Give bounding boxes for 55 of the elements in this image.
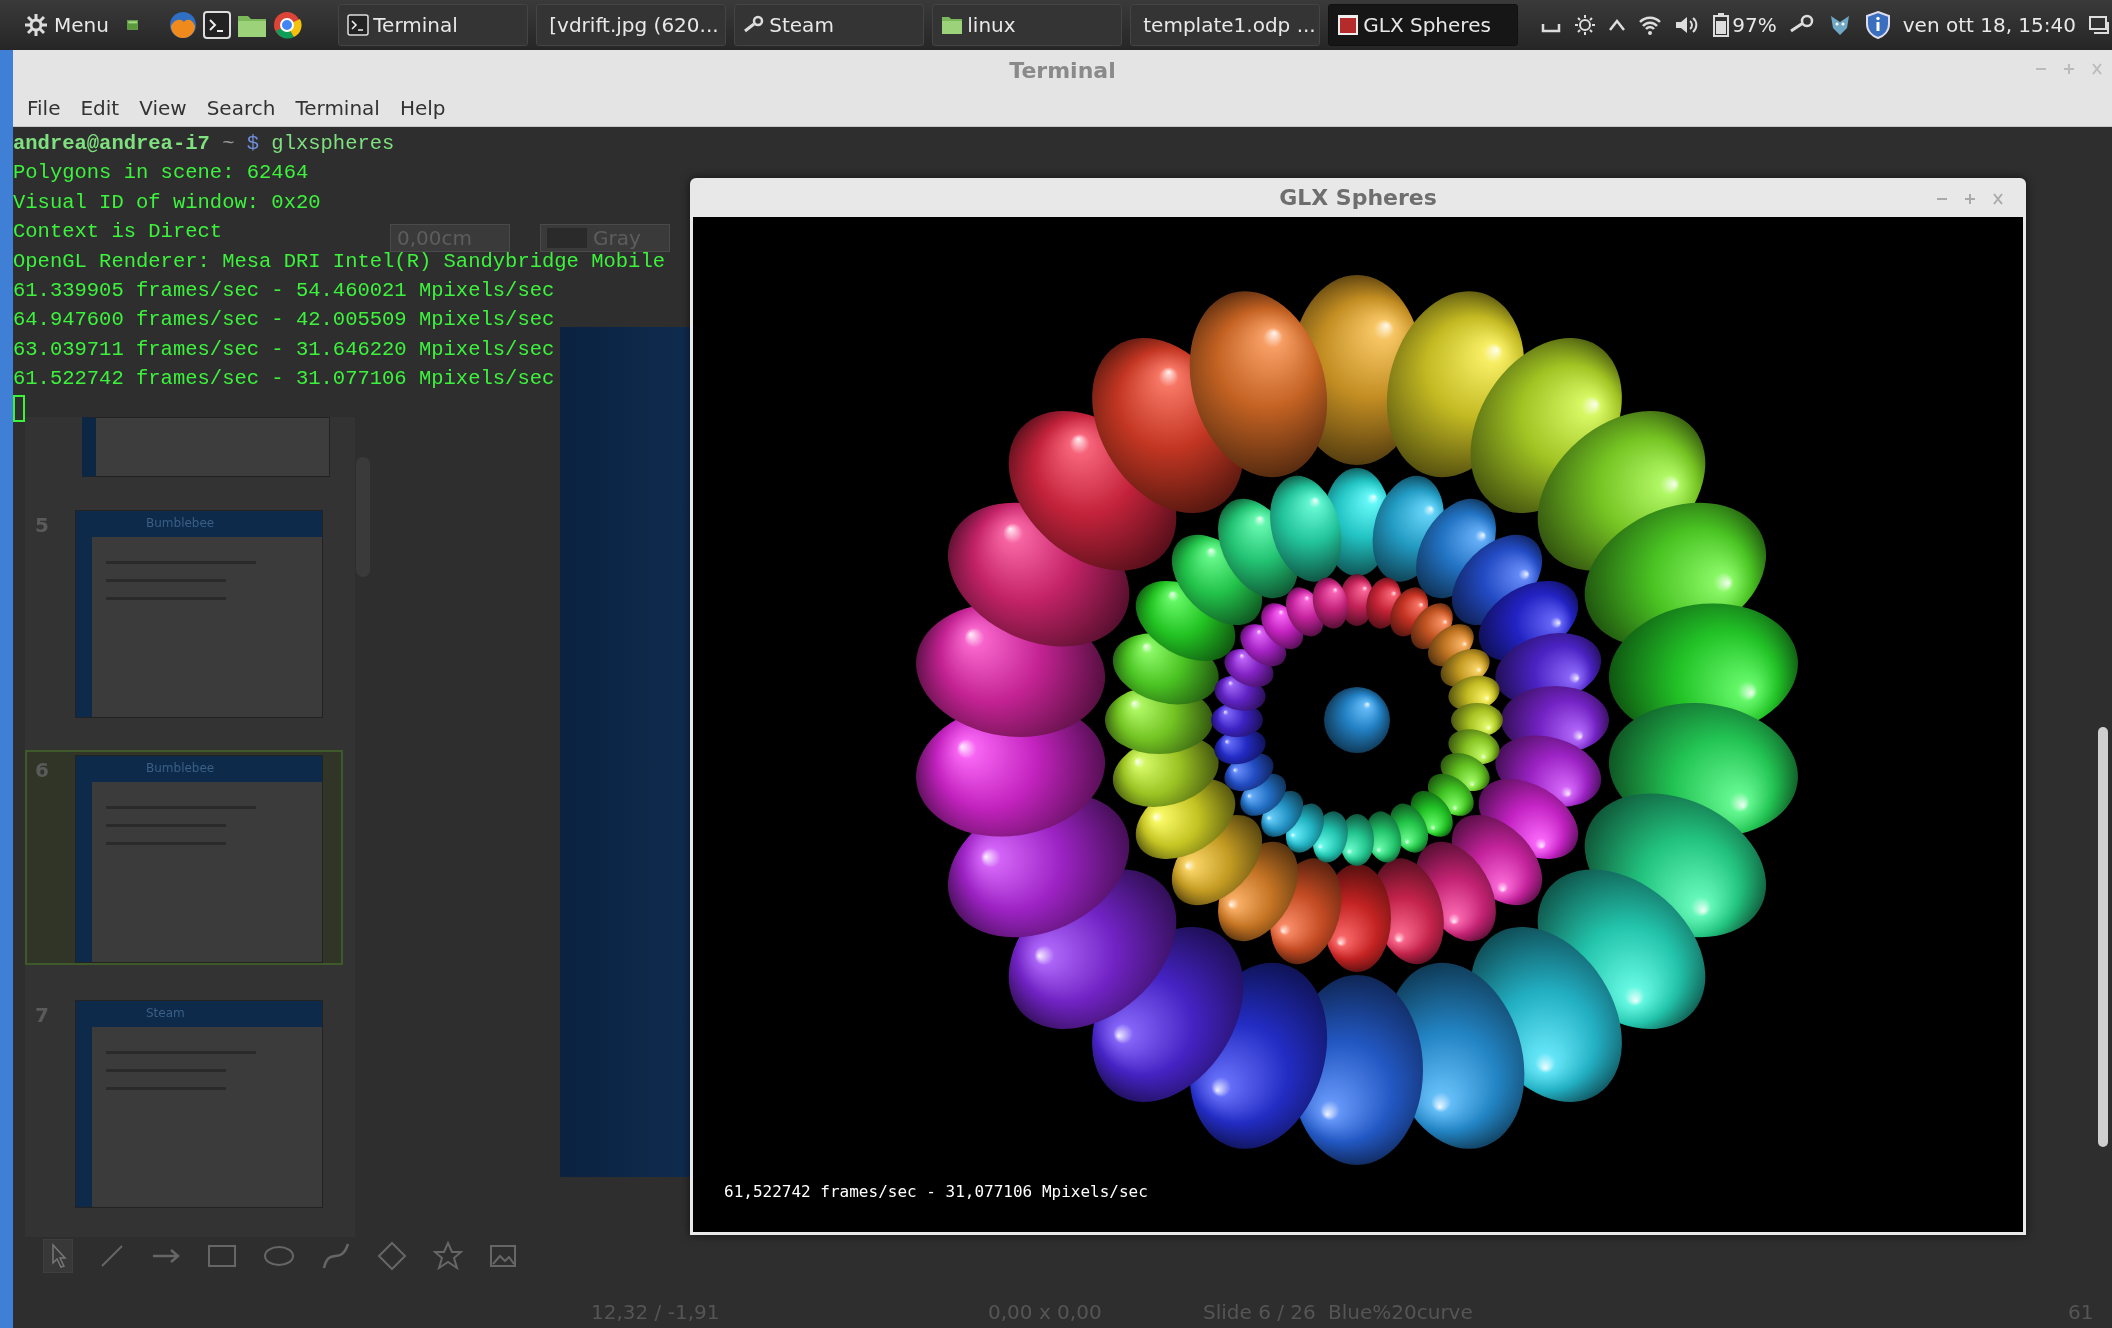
taskbar-window-button[interactable]: Terminal xyxy=(338,4,529,46)
rectangle-icon[interactable] xyxy=(207,1244,237,1268)
curve-icon[interactable] xyxy=(321,1241,351,1271)
output-line: Polygons in scene: 62464 xyxy=(13,160,309,187)
output-line: Context is Direct xyxy=(13,219,223,246)
shield-icon[interactable] xyxy=(1864,10,1891,40)
gear-icon xyxy=(24,13,48,37)
folder-icon xyxy=(941,14,964,36)
output-line: 63.039711 frames/sec - 31.646220 Mpixels/sec xyxy=(13,336,555,363)
slide-title: Steam xyxy=(146,1005,185,1022)
line-icon[interactable] xyxy=(99,1243,125,1269)
star-icon[interactable] xyxy=(433,1241,463,1271)
slide-title: Bumblebee xyxy=(146,515,215,532)
slide-thumbnail[interactable] xyxy=(82,417,330,477)
chevron-up-icon[interactable] xyxy=(1608,18,1627,32)
output-line: 61.522742 frames/sec - 31.077106 Mpixels/sec xyxy=(13,366,555,393)
fps-overlay: 61,522742 frames/sec - 31,077106 Mpixels/sec xyxy=(724,1181,1148,1203)
menu-item[interactable]: Help xyxy=(391,93,454,123)
terminal-icon xyxy=(347,14,370,36)
arrow-icon[interactable] xyxy=(151,1246,181,1266)
battery-icon[interactable] xyxy=(1712,12,1731,38)
taskbar-window-button[interactable]: [vdrift.jpg (620... xyxy=(536,4,727,46)
app-window-icon xyxy=(1337,14,1360,36)
output-line: 64.947600 frames/sec - 42.005509 Mpixels/sec xyxy=(13,307,555,334)
menu-item[interactable]: Terminal xyxy=(287,93,388,123)
window-title: Terminal xyxy=(1009,56,1116,85)
menu-item[interactable]: File xyxy=(19,93,69,123)
prompt-path: ~ xyxy=(222,131,235,157)
slide-title: Bumblebee xyxy=(146,760,215,777)
prompt-user-host: andrea@andrea-i7 xyxy=(13,131,210,157)
window-title: GLX Spheres xyxy=(1279,184,1437,212)
ellipse-icon[interactable] xyxy=(263,1244,295,1268)
taskbar-window-button[interactable]: GLX Spheres xyxy=(1328,4,1519,46)
image-icon[interactable] xyxy=(489,1244,517,1268)
battery-percentage: 97% xyxy=(1732,12,1777,39)
taskbar-window-button[interactable]: template1.odp ... xyxy=(1130,4,1321,46)
prompt-symbol: $ xyxy=(246,131,260,157)
menu-button[interactable]: Menu xyxy=(20,5,113,45)
output-line: 61.339905 frames/sec - 54.460021 Mpixels/sec xyxy=(13,278,555,305)
diamond-icon[interactable] xyxy=(377,1241,407,1271)
clock[interactable]: ven ott 18, 15:40 xyxy=(1902,10,2076,40)
terminal-icon[interactable] xyxy=(202,10,233,40)
output-line: OpenGL Renderer: Mesa DRI Intel(R) Sandybridge Mobile xyxy=(13,249,665,275)
wifi-icon[interactable] xyxy=(1638,15,1663,35)
menu-item[interactable]: Search xyxy=(198,93,284,123)
display-icon[interactable] xyxy=(2088,14,2112,36)
text-cursor xyxy=(13,394,25,422)
pointer-icon[interactable] xyxy=(43,1239,73,1273)
command-text: glxspheres xyxy=(271,131,395,157)
brightness-icon[interactable] xyxy=(1574,14,1597,36)
taskbar-window-button[interactable]: linux xyxy=(932,4,1123,46)
menu-item[interactable]: Edit xyxy=(72,93,128,123)
taskbar-window-button[interactable]: Steam xyxy=(734,4,925,46)
output-line: Visual ID of window: 0x20 xyxy=(13,189,321,216)
menu-item[interactable]: View xyxy=(131,93,195,123)
